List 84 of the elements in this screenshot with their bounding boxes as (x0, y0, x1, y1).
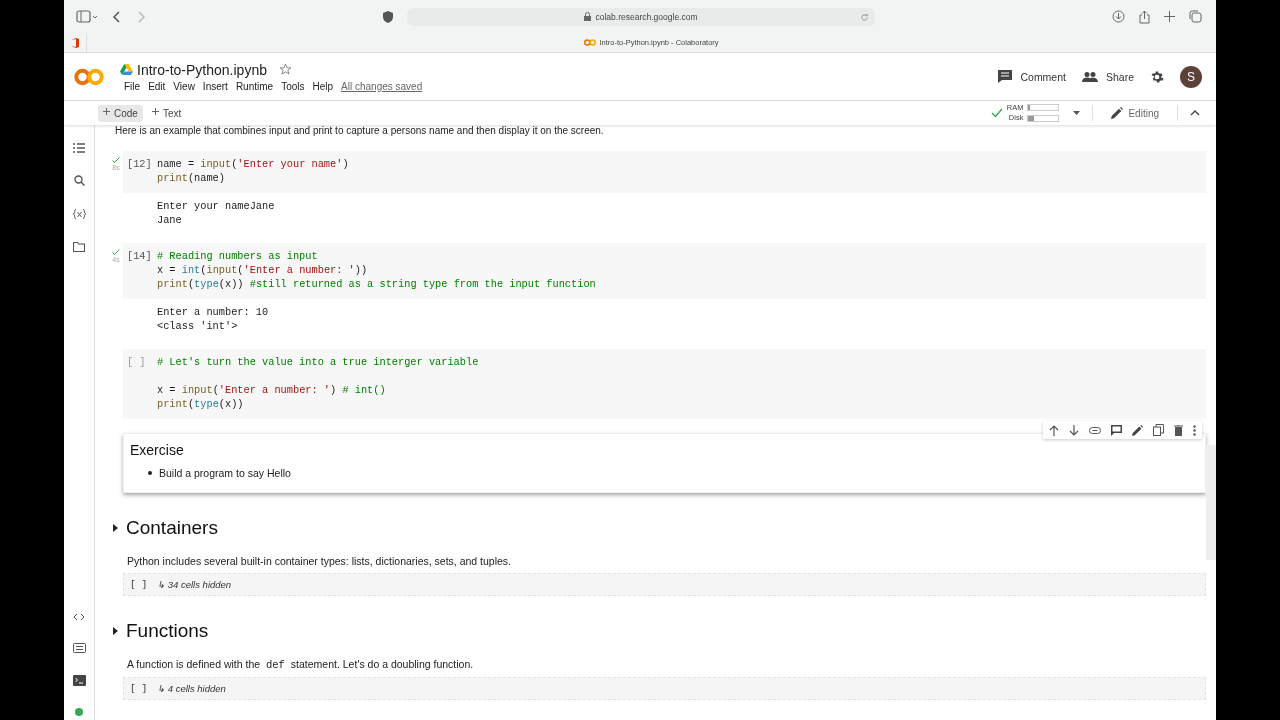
section-heading: Containers (126, 517, 218, 539)
code-line: print(type(x)) (157, 397, 245, 411)
code-line: # Let's turn the value into a true interger variable (157, 355, 479, 369)
output-line: Enter a number: 10 (157, 305, 270, 319)
editing-mode-button[interactable]: Editing (1105, 106, 1165, 120)
execution-count: [12] (127, 157, 153, 172)
output-line: Enter your nameJane (157, 199, 276, 213)
pinned-tab-icon[interactable] (71, 37, 79, 48)
notebook-title[interactable]: Intro-to-Python.ipynb (137, 61, 267, 78)
table-of-contents-icon[interactable] (73, 143, 85, 153)
pencil-icon (1111, 107, 1124, 119)
menu-item[interactable]: Runtime (231, 80, 278, 92)
tabs-icon[interactable] (1189, 10, 1202, 23)
folder-icon[interactable] (73, 242, 85, 252)
variables-icon[interactable] (72, 208, 86, 220)
colab-logo[interactable] (74, 67, 104, 86)
shield-icon[interactable] (383, 10, 393, 23)
hidden-cells-bar[interactable]: [ ] ↳ 4 cells hidden (123, 677, 1206, 700)
code-cell[interactable]: [12] name = input('Enter your name') print(name) (123, 151, 1206, 193)
terminal-icon[interactable] (72, 675, 86, 686)
link-icon[interactable] (1089, 426, 1101, 434)
comment-icon (998, 70, 1013, 83)
code-snippets-icon[interactable] (73, 613, 85, 621)
delete-icon[interactable] (1174, 424, 1183, 436)
bullet-icon (148, 471, 152, 475)
execution-count: [14] (127, 249, 153, 264)
code-line: x = int(input('Enter a number: ')) (157, 263, 369, 277)
execution-count: [ ] (127, 355, 147, 370)
sidebar-icon[interactable] (76, 9, 98, 24)
code-line: name = input('Enter your name') (157, 157, 349, 171)
status-dot (75, 708, 83, 716)
address-bar[interactable]: colab.research.google.com (407, 7, 875, 26)
plus-icon (103, 107, 110, 115)
save-status-link[interactable]: All changes saved (341, 80, 423, 92)
command-palette-icon[interactable] (72, 643, 86, 653)
edit-icon[interactable] (1132, 424, 1143, 436)
menu-item[interactable]: Insert (198, 80, 232, 92)
code-cell[interactable]: [ ] # Let's turn the value into a true interger variable x = input('Enter a number: ') # int() print(type(x)) (123, 349, 1206, 419)
share-icon[interactable] (1139, 9, 1150, 24)
caret-right-icon[interactable] (113, 627, 118, 635)
section-heading: Functions (126, 620, 209, 642)
menu-item[interactable]: Help (308, 80, 338, 92)
code-line: print(type(x)) #still returned as a string type from the input function (157, 277, 596, 291)
code-line: print(name) (157, 171, 226, 185)
move-down-icon[interactable] (1069, 424, 1079, 436)
comment-button[interactable]: Comment (998, 70, 1066, 83)
people-icon (1081, 71, 1098, 82)
collapse-icon[interactable] (1190, 110, 1200, 116)
menu-item[interactable]: Edit (144, 80, 170, 92)
comment-icon[interactable] (1111, 424, 1122, 436)
add-code-button[interactable]: Code (98, 104, 143, 122)
exercise-heading: Exercise (130, 442, 185, 458)
menu-item[interactable]: File (120, 80, 145, 92)
plus-icon (151, 107, 159, 115)
mirror-cell-icon[interactable] (1153, 424, 1164, 436)
caret-right-icon[interactable] (113, 524, 118, 532)
text-cell[interactable]: Exercise Build a program to say Hello (123, 433, 1206, 493)
add-text-button[interactable]: Text (146, 104, 187, 122)
hidden-cells-bar[interactable]: [ ] ↳ 34 cells hidden (123, 573, 1206, 596)
code-line: x = input('Enter a number: ') # int() (157, 383, 387, 397)
drive-icon (120, 64, 133, 75)
code-cell[interactable]: [14] # Reading numbers as input x = int(input('Enter a number: ')) print(type(x)) #still returned as a string type from the input function (123, 243, 1206, 299)
user-avatar[interactable]: S (1180, 65, 1202, 88)
markdown-text: A function is defined with the def statement. Let's do a doubling function. (127, 658, 475, 671)
move-up-icon[interactable] (1049, 424, 1059, 436)
download-icon[interactable] (1112, 10, 1125, 23)
code-line: # Reading numbers as input (157, 249, 319, 263)
dropdown-icon[interactable] (1073, 111, 1081, 115)
settings-icon[interactable] (1150, 69, 1164, 84)
lock-icon (584, 12, 592, 21)
new-tab-icon[interactable] (1164, 11, 1175, 22)
markdown-text: Python includes several built-in container types: lists, dictionaries, sets, and tuples. (127, 555, 513, 567)
output-line: Jane (157, 213, 183, 227)
output-line: <class 'int'> (157, 319, 239, 333)
bullet-item: Build a program to say Hello (159, 466, 291, 480)
menu-item[interactable]: Tools (277, 80, 309, 92)
more-icon[interactable] (1193, 424, 1196, 436)
markdown-text: Here is an example that combines input and print to capture a persons name and then display it on the screen. (115, 125, 605, 138)
search-icon[interactable] (73, 175, 85, 186)
colab-favicon (584, 39, 597, 46)
menu-item[interactable]: View (169, 80, 199, 92)
share-button[interactable]: Share (1081, 70, 1134, 83)
star-icon[interactable] (278, 63, 292, 76)
back-icon[interactable] (112, 9, 122, 24)
